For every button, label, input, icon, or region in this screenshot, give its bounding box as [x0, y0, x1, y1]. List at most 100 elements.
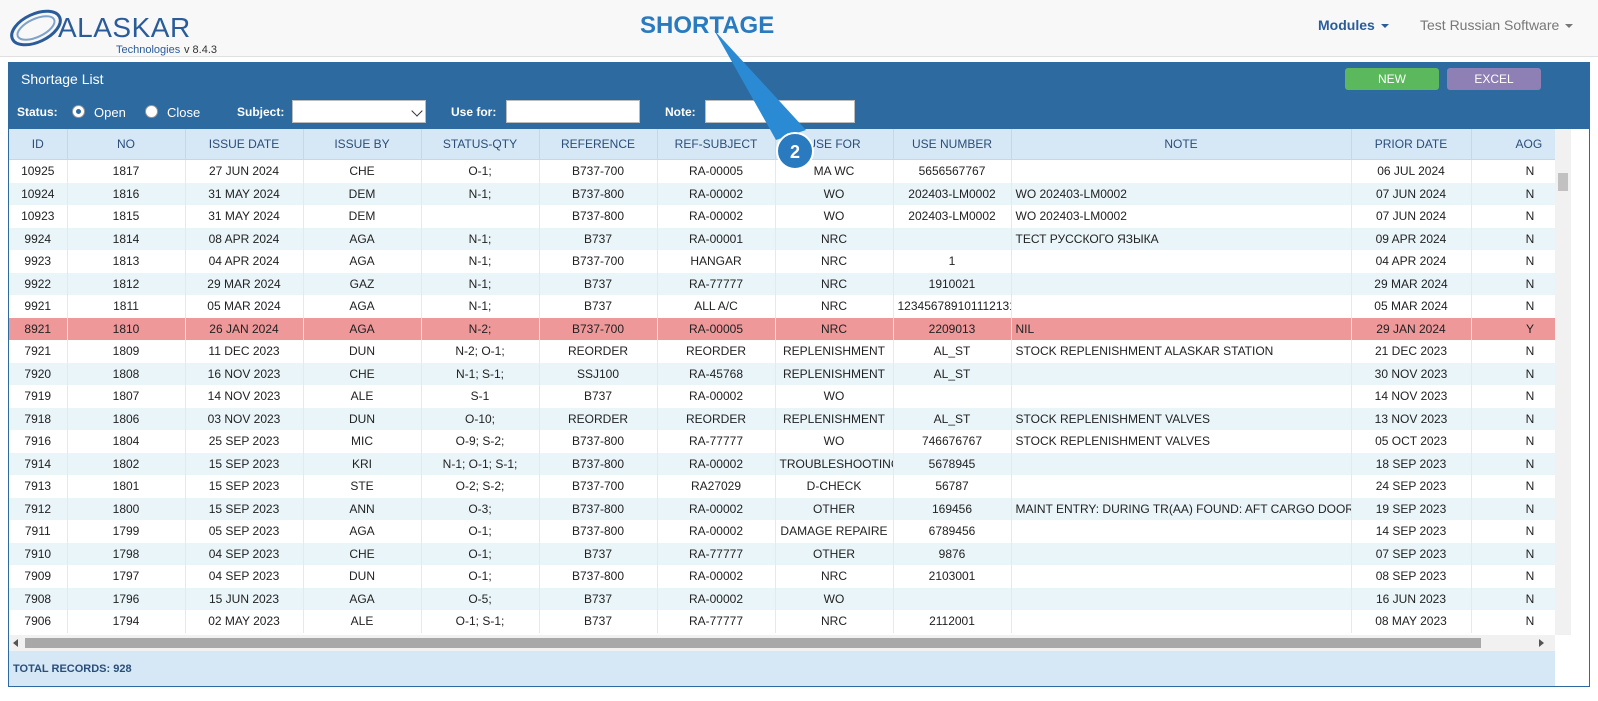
col-header-status-qty[interactable]: STATUS-QTY [421, 129, 540, 160]
cell-issue-date: 25 SEP 2023 [185, 430, 304, 453]
cell-use-number: 1910021 [893, 272, 1012, 295]
col-header-reference[interactable]: REFERENCE [539, 129, 658, 160]
horizontal-scrollbar[interactable] [9, 635, 1555, 651]
vertical-scrollbar[interactable] [1555, 129, 1571, 635]
col-header-id[interactable]: ID [9, 129, 68, 160]
cell-status-qty: O-1; [421, 520, 540, 543]
col-header-note[interactable]: NOTE [1011, 129, 1352, 160]
cell-reference: B737-700 [539, 159, 658, 183]
col-header-use-for[interactable]: USE FOR [775, 129, 894, 160]
table-row[interactable]: 7918 1806 03 NOV 2023 DUN O-10; REORDER REORDE… [9, 407, 1555, 430]
cell-id: 9924 [9, 227, 68, 250]
cell-ref-subject: RA-00002 [657, 452, 776, 475]
page-title: SHORTAGE [640, 12, 775, 39]
cell-issue-by: ANN [303, 497, 422, 520]
alaskar-logo[interactable]: ALASKAR Technologies v 8.4.3 [8, 4, 228, 56]
table-row[interactable]: 7913 1801 15 SEP 2023 STE O-2; S-2; B737-700 R… [9, 475, 1555, 498]
cell-use-for: REPLENISHMENT [775, 340, 894, 363]
cell-use-for: MA WC [775, 159, 894, 183]
cell-reference: B737-700 [539, 317, 658, 340]
cell-status-qty: N-2; O-1; [421, 340, 540, 363]
cell-id: 10924 [9, 182, 68, 205]
table-row[interactable]: 9923 1813 04 APR 2024 AGA N-1; B737-700 HANGAR… [9, 250, 1555, 273]
col-header-issue-date[interactable]: ISSUE DATE [185, 129, 304, 160]
cell-use-number: AL_ST [893, 362, 1012, 385]
cell-use-for: NRC [775, 272, 894, 295]
cell-aog: N [1471, 430, 1555, 453]
cell-issue-by: DEM [303, 205, 422, 228]
cell-use-for: NRC [775, 295, 894, 318]
table-row[interactable]: 7916 1804 25 SEP 2023 MIC O-9; S-2; B737-800 R… [9, 430, 1555, 453]
cell-ref-subject: RA-45768 [657, 362, 776, 385]
cell-id: 9921 [9, 295, 68, 318]
subject-select[interactable] [292, 100, 426, 123]
cell-issue-date: 11 DEC 2023 [185, 340, 304, 363]
table-row[interactable]: 7920 1808 16 NOV 2023 CHE N-1; S-1; SSJ100 RA-… [9, 362, 1555, 385]
scroll-right-icon[interactable] [1539, 639, 1544, 647]
modules-menu[interactable]: Modules [1318, 17, 1389, 33]
table-row[interactable]: 7919 1807 14 NOV 2023 ALE S-1 B737 RA-00002 WO 1… [9, 385, 1555, 408]
cell-use-for: WO [775, 430, 894, 453]
note-input[interactable] [705, 100, 855, 123]
table-row[interactable]: 7909 1797 04 SEP 2023 DUN O-1; B737-800 RA-000… [9, 565, 1555, 588]
cell-issue-by: ALE [303, 385, 422, 408]
cell-prior-date: 07 JUN 2024 [1351, 182, 1472, 205]
table-row[interactable]: 9924 1814 08 APR 2024 AGA N-1; B737 RA-00001 NR… [9, 227, 1555, 250]
cell-prior-date: 06 JUL 2024 [1351, 159, 1472, 183]
use-for-input[interactable] [506, 100, 640, 123]
cell-prior-date: 08 MAY 2023 [1351, 610, 1472, 633]
cell-note [1011, 385, 1352, 408]
cell-use-number: 1 [893, 250, 1012, 273]
col-header-ref-subject[interactable]: REF-SUBJECT [657, 129, 776, 160]
cell-aog: N [1471, 182, 1555, 205]
cell-no: 1814 [67, 227, 186, 250]
table-row[interactable]: 8921 1810 26 JAN 2024 AGA N-2; B737-700 RA-000… [9, 317, 1555, 340]
cell-note: STOCK REPLENISHMENT VALVES [1011, 430, 1352, 453]
table-row[interactable]: 10924 1816 31 MAY 2024 DEM N-1; B737-800 RA-00… [9, 182, 1555, 205]
cell-aog: N [1471, 295, 1555, 318]
table-row[interactable]: 7906 1794 02 MAY 2023 ALE O-1; S-1; B737 RA-77… [9, 610, 1555, 633]
user-menu[interactable]: Test Russian Software [1420, 17, 1574, 33]
horizontal-scroll-thumb[interactable] [25, 638, 1481, 648]
vertical-scroll-thumb[interactable] [1558, 173, 1568, 191]
cell-no: 1801 [67, 475, 186, 498]
scroll-left-icon[interactable] [13, 639, 18, 647]
excel-button[interactable]: EXCEL [1447, 68, 1541, 90]
cell-no: 1812 [67, 272, 186, 295]
col-header-no[interactable]: NO [67, 129, 186, 160]
cell-ref-subject: RA-77777 [657, 610, 776, 633]
cell-issue-by: AGA [303, 295, 422, 318]
cell-id: 7921 [9, 340, 68, 363]
cell-aog: N [1471, 362, 1555, 385]
table-row[interactable]: 7912 1800 15 SEP 2023 ANN O-3; B737-800 RA-000… [9, 497, 1555, 520]
cell-ref-subject: RA-00002 [657, 497, 776, 520]
table-row[interactable]: 10925 1817 27 JUN 2024 CHE O-1; B737-700 RA-00… [9, 159, 1555, 183]
col-header-prior-date[interactable]: PRIOR DATE [1351, 129, 1472, 160]
cell-use-for: TROUBLESHOOTING [775, 452, 894, 475]
table-row[interactable]: 10923 1815 31 MAY 2024 DEM B737-800 RA-00002 W… [9, 205, 1555, 228]
cell-reference: B737 [539, 385, 658, 408]
table-row[interactable]: 7910 1798 04 SEP 2023 CHE O-1; B737 RA-77777 OT… [9, 542, 1555, 565]
cell-ref-subject: REORDER [657, 407, 776, 430]
status-open-radio[interactable] [72, 105, 85, 118]
cell-note [1011, 295, 1352, 318]
status-close-radio[interactable] [145, 105, 158, 118]
col-header-aog[interactable]: AOG [1471, 129, 1555, 160]
col-header-use-number[interactable]: USE NUMBER [893, 129, 1012, 160]
new-button[interactable]: NEW [1345, 68, 1439, 90]
col-header-issue-by[interactable]: ISSUE BY [303, 129, 422, 160]
cell-use-for: OTHER [775, 497, 894, 520]
cell-status-qty: N-1; [421, 182, 540, 205]
cell-note [1011, 475, 1352, 498]
table-row[interactable]: 7911 1799 05 SEP 2023 AGA O-1; B737-800 RA-000… [9, 520, 1555, 543]
cell-issue-by: AGA [303, 250, 422, 273]
cell-id: 7910 [9, 542, 68, 565]
table-row[interactable]: 7914 1802 15 SEP 2023 KRI N-1; O-1; S-1; B737… [9, 452, 1555, 475]
table-row[interactable]: 7921 1809 11 DEC 2023 DUN N-2; O-1; REORDER RE… [9, 340, 1555, 363]
table-row[interactable]: 9921 1811 05 MAR 2024 AGA N-1; B737 ALL A/C NRC… [9, 295, 1555, 318]
cell-prior-date: 18 SEP 2023 [1351, 452, 1472, 475]
cell-ref-subject: RA-77777 [657, 430, 776, 453]
cell-use-for: D-CHECK [775, 475, 894, 498]
table-row[interactable]: 9922 1812 29 MAR 2024 GAZ N-1; B737 RA-77777 NR… [9, 272, 1555, 295]
table-row[interactable]: 7908 1796 15 JUN 2023 AGA O-5; B737 RA-00002 WO… [9, 587, 1555, 610]
